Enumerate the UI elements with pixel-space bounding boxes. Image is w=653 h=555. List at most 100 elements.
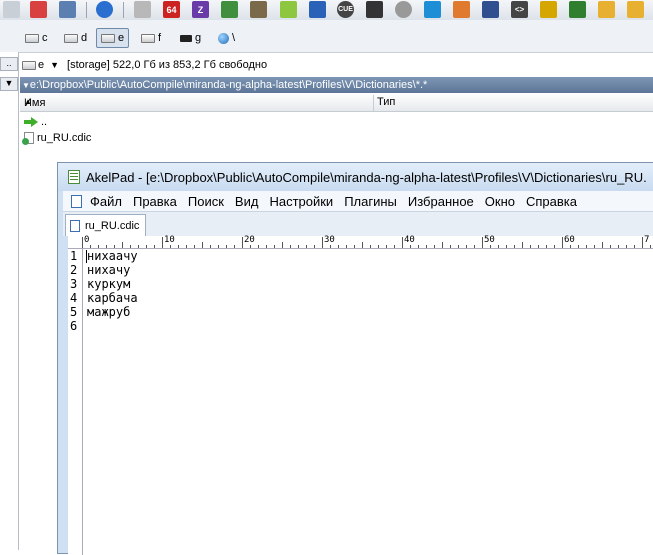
text-line[interactable]: куркум	[87, 277, 130, 291]
text-line[interactable]: нихаачу	[87, 249, 138, 263]
ruler-tick	[106, 245, 107, 248]
ruler-tick	[522, 242, 523, 248]
current-path[interactable]: ▼e:\Dropbox\Public\AutoCompile\miranda-n…	[20, 77, 653, 93]
text-editor[interactable]: 1 2 3 4 5 6 нихаачу нихачу куркум карбач…	[68, 249, 653, 555]
menu-favorites[interactable]: Избранное	[408, 194, 474, 209]
window-icon[interactable]	[309, 1, 326, 18]
line-number: 1	[70, 249, 78, 263]
ruler-tick	[186, 245, 187, 248]
left-file-panel[interactable]: .. ▼	[0, 52, 19, 550]
folder-open-icon[interactable]	[627, 1, 644, 18]
delete-icon[interactable]	[30, 1, 47, 18]
code-icon[interactable]: <>	[511, 1, 528, 18]
menu-settings[interactable]: Настройки	[269, 194, 333, 209]
audio-icon[interactable]	[366, 1, 383, 18]
paint-icon[interactable]	[453, 1, 470, 18]
ruler-tick	[426, 245, 427, 248]
akelpad-title-bar[interactable]: AkelPad - [e:\Dropbox\Public\AutoCompile…	[58, 163, 653, 191]
grid-icon[interactable]	[3, 1, 20, 18]
ruler-tick	[226, 245, 227, 248]
drive-button-f[interactable]: f	[136, 28, 166, 48]
ruler-tick	[82, 237, 83, 248]
tab-ru-cdic[interactable]: ru_RU.cdic	[65, 214, 147, 236]
drive-button-g[interactable]: g	[175, 28, 206, 48]
ruler-tick	[154, 245, 155, 248]
text-line[interactable]: карбача	[87, 291, 138, 305]
up-arrow-icon	[24, 117, 38, 127]
tools-icon[interactable]	[250, 1, 267, 18]
badge-z-icon[interactable]: Z	[192, 1, 209, 18]
ruler-tick	[322, 237, 323, 248]
globe-icon	[218, 32, 229, 44]
ruler-tick	[418, 245, 419, 248]
properties-icon[interactable]	[59, 1, 76, 18]
edit-icon[interactable]	[569, 1, 586, 18]
akelpad-app-icon	[68, 170, 80, 184]
ruler-tick	[330, 245, 331, 248]
ruler-tick	[618, 245, 619, 248]
ruler-tick	[234, 245, 235, 248]
ruler-tick	[602, 242, 603, 248]
document-icon	[22, 132, 34, 145]
drive-button-network[interactable]: \	[213, 28, 240, 48]
ruler-tick	[506, 245, 507, 248]
menu-edit[interactable]: Правка	[133, 194, 177, 209]
ruler-tick	[250, 245, 251, 248]
drive-info-row: e ▼ [storage] 522,0 Гб из 853,2 Гб свобо…	[20, 56, 653, 74]
hard-drive-icon	[22, 60, 36, 70]
ruler-tick	[386, 245, 387, 248]
menu-help[interactable]: Справка	[526, 194, 577, 209]
column-type-header[interactable]: Тип	[377, 96, 395, 108]
check-icon[interactable]	[280, 1, 297, 18]
ruler-tick	[498, 245, 499, 248]
document-icon[interactable]	[71, 194, 82, 208]
drive-button-c[interactable]: c	[20, 28, 53, 48]
menu-view[interactable]: Вид	[235, 194, 259, 209]
menu-plugins[interactable]: Плагины	[344, 194, 397, 209]
column-header: ▲ Имя Тип	[20, 95, 653, 112]
file-row-ru-cdic[interactable]: ru_RU.cdic	[20, 130, 653, 146]
ruler-tick	[90, 245, 91, 248]
ruler-tick	[626, 245, 627, 248]
file-row-parent[interactable]: ..	[20, 114, 653, 130]
tab-bar: ru_RU.cdic	[63, 211, 653, 236]
history-chevron-icon[interactable]: ▼	[22, 81, 30, 90]
ruler-tick	[162, 237, 163, 248]
ruler-tick	[570, 245, 571, 248]
badge-64-icon[interactable]: 64	[163, 1, 180, 18]
menu-file[interactable]: Файл	[90, 194, 122, 209]
left-up-button[interactable]: ..	[0, 57, 18, 71]
ruler-tick	[514, 245, 515, 248]
drive-combo[interactable]: e ▼	[20, 57, 61, 73]
cue-icon[interactable]: CUE	[337, 1, 354, 18]
text-line[interactable]: мажруб	[87, 305, 130, 319]
ruler-label: 60	[564, 235, 575, 245]
hard-drive-icon	[25, 33, 39, 43]
ruler-tick	[530, 245, 531, 248]
menu-window[interactable]: Окно	[485, 194, 515, 209]
drive-button-e[interactable]: e	[96, 28, 130, 48]
text-line[interactable]: нихачу	[87, 263, 130, 277]
ruler-tick	[450, 245, 451, 248]
line-number: 5	[70, 305, 78, 319]
folder-icon[interactable]	[598, 1, 615, 18]
chevron-down-icon: ▼	[50, 60, 60, 70]
ruler-tick	[642, 237, 643, 248]
ruler-tick	[210, 245, 211, 248]
image-icon[interactable]	[221, 1, 238, 18]
users-icon[interactable]	[395, 1, 412, 18]
ruler-tick	[378, 245, 379, 248]
ruler-tick	[314, 245, 315, 248]
browser-icon[interactable]	[96, 1, 113, 18]
drive-button-d[interactable]: d	[59, 28, 92, 48]
left-drive-combo[interactable]: ▼	[0, 77, 18, 91]
book-icon[interactable]	[482, 1, 499, 18]
skype-icon[interactable]	[424, 1, 441, 18]
menu-search[interactable]: Поиск	[188, 194, 224, 209]
network-drive-icon	[141, 33, 155, 43]
ruler-tick	[218, 245, 219, 248]
ruler-label: 10	[164, 235, 175, 245]
brush-icon[interactable]	[134, 1, 151, 18]
network-icon[interactable]	[540, 1, 557, 18]
ruler-tick	[490, 245, 491, 248]
